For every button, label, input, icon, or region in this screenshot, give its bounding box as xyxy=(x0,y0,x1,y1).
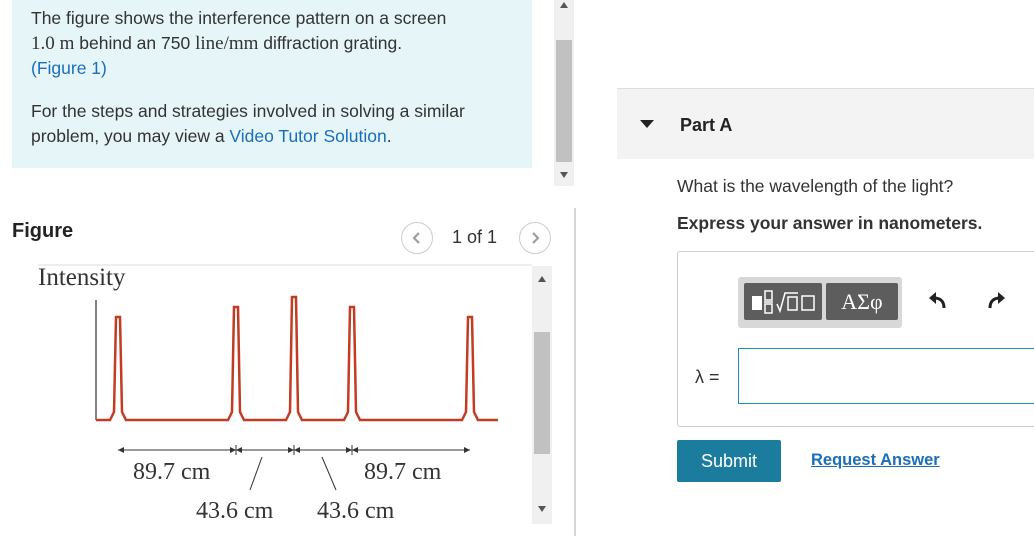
intro-paragraph-1: The figure shows the interference patter… xyxy=(31,8,447,78)
greek-symbols-button[interactable]: ΑΣφ xyxy=(826,283,898,320)
panel-divider xyxy=(574,208,576,536)
figure-scroll-down-icon[interactable] xyxy=(538,506,546,512)
outer-left-distance: 89.7 cm xyxy=(133,459,211,485)
variable-label: λ = xyxy=(695,367,720,387)
intro-scroll-thumb[interactable] xyxy=(556,40,572,162)
math-templates-icon xyxy=(752,289,815,314)
request-answer-link[interactable]: Request Answer xyxy=(811,451,940,470)
outer-right-distance: 89.7 cm xyxy=(364,459,442,485)
intro-paragraph-2: For the steps and strategies involved in… xyxy=(31,101,465,146)
chevron-right-icon xyxy=(532,232,540,244)
submit-button[interactable]: Submit xyxy=(677,440,781,482)
answer-input[interactable] xyxy=(738,348,1034,404)
question-text: What is the wavelength of the light? xyxy=(677,176,954,196)
scroll-down-icon[interactable] xyxy=(560,172,568,178)
part-title: Part A xyxy=(680,115,733,135)
problem-intro: The figure shows the interference patter… xyxy=(12,0,532,168)
chevron-left-icon xyxy=(412,232,420,244)
distance-unit: m xyxy=(59,33,75,54)
figure-counter: 1 of 1 xyxy=(452,227,498,247)
undo-button[interactable] xyxy=(926,288,950,312)
video-tutor-link[interactable]: Video Tutor Solution xyxy=(229,126,386,146)
figure-scroll-up-icon[interactable] xyxy=(538,276,546,282)
figure-scroll-thumb[interactable] xyxy=(534,332,550,454)
intro-scrollbar[interactable] xyxy=(554,0,574,186)
redo-button[interactable] xyxy=(984,288,1008,312)
undo-icon xyxy=(929,292,946,309)
inner-right-distance: 43.6 cm xyxy=(317,498,395,524)
previous-figure-button[interactable] xyxy=(401,222,433,254)
collapse-caret-icon[interactable] xyxy=(640,120,654,128)
intensity-curve xyxy=(96,295,498,422)
interference-figure: Intensity 89.7 cm 89.7 cm 43.6 cm 43.6 c… xyxy=(38,262,532,536)
distance-value: 1.0 xyxy=(31,33,55,54)
answer-instruction: Express your answer in nanometers. xyxy=(677,213,983,233)
figure-scrollbar[interactable] xyxy=(532,266,552,524)
grating-unit: line/mm xyxy=(195,33,259,54)
math-toolbar: ΑΣφ xyxy=(738,277,902,328)
figure-link[interactable]: (Figure 1) xyxy=(31,58,107,78)
next-figure-button[interactable] xyxy=(519,222,551,254)
interference-pattern-svg: Intensity 89.7 cm 89.7 cm 43.6 cm 43.6 c… xyxy=(38,264,532,524)
intensity-axis-label: Intensity xyxy=(38,264,126,291)
scroll-up-icon[interactable] xyxy=(560,2,568,8)
inner-left-distance: 43.6 cm xyxy=(196,498,274,524)
redo-icon xyxy=(988,292,1005,309)
figure-title: Figure xyxy=(12,220,74,242)
math-templates-button[interactable] xyxy=(744,283,822,320)
